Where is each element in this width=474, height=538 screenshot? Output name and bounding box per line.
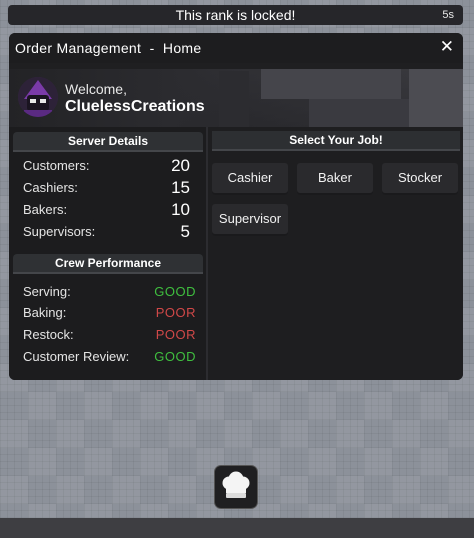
performance-label: Customer Review:	[23, 349, 130, 364]
welcome-greeting: Welcome,	[65, 81, 127, 97]
stat-value: 20	[171, 156, 190, 175]
job-button-cashier[interactable]: Cashier	[212, 163, 288, 195]
background-wall-block	[261, 69, 401, 99]
stat-value: 15	[171, 178, 190, 197]
close-button[interactable]: ✕	[440, 38, 454, 56]
performance-label: Baking:	[23, 305, 67, 320]
server-stat-row: Cashiers: 15	[17, 177, 203, 198]
performance-row: Serving: GOOD	[17, 281, 203, 302]
performance-label: Serving:	[23, 284, 71, 299]
locked-timer: 5s	[442, 9, 454, 21]
bottom-strip	[0, 518, 474, 538]
performance-value: GOOD	[154, 284, 196, 299]
performance-value: POOR	[155, 305, 196, 320]
avatar	[18, 77, 58, 117]
order-management-window: Order Management - Home ✕ Welcome, Cluel…	[9, 33, 463, 380]
stat-value: 10	[171, 200, 190, 219]
avatar-icon	[18, 77, 58, 117]
job-selection-column: Select Your Job! Cashier Baker Stocker S…	[208, 127, 463, 380]
performance-value: GOOD	[154, 349, 196, 364]
server-stat-row: Supervisors: 5	[17, 221, 203, 242]
title-bar: Order Management - Home ✕	[9, 33, 463, 63]
locked-notification: This rank is locked! 5s	[8, 5, 463, 25]
window-title: Order Management - Home	[15, 40, 202, 56]
performance-label: Restock:	[23, 327, 74, 342]
server-details-header: Server Details	[13, 132, 203, 152]
crew-performance-header: Crew Performance	[13, 254, 203, 274]
stat-label: Bakers:	[23, 202, 68, 217]
performance-row: Restock: POOR	[17, 324, 203, 345]
stat-label: Supervisors:	[23, 224, 96, 239]
chef-hat-icon	[222, 471, 250, 498]
performance-value: POOR	[155, 327, 196, 342]
background-wall-block	[219, 71, 249, 127]
performance-row: Baking: POOR	[17, 302, 203, 323]
job-select-header: Select Your Job!	[212, 131, 460, 151]
job-button-supervisor[interactable]: Supervisor	[212, 204, 288, 236]
locked-message: This rank is locked!	[175, 7, 296, 23]
server-stat-row: Customers: 20	[17, 155, 203, 176]
job-button-baker[interactable]: Baker	[297, 163, 373, 195]
stats-column: Server Details Customers: 20 Cashiers: 1…	[9, 127, 206, 380]
username: CluelessCreations	[65, 98, 205, 115]
chef-hat-button[interactable]	[215, 466, 257, 508]
performance-row: Customer Review: GOOD	[17, 346, 203, 367]
welcome-card: Welcome, CluelessCreations	[9, 69, 463, 127]
job-button-stocker[interactable]: Stocker	[382, 163, 458, 195]
background-wall-block	[409, 69, 463, 127]
stat-value: 5	[180, 222, 190, 241]
stat-label: Cashiers:	[23, 180, 78, 195]
stat-label: Customers:	[23, 158, 90, 173]
server-stat-row: Bakers: 10	[17, 199, 203, 220]
